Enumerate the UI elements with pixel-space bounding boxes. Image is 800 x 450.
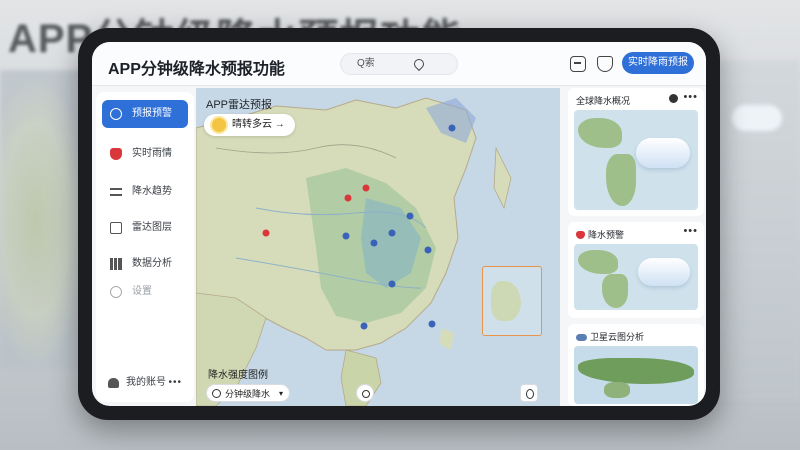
more-icon[interactable]: •••: [683, 91, 698, 103]
card-map: [574, 110, 698, 210]
sidebar-item-label: 预报预警: [132, 108, 172, 119]
inset-minimap[interactable]: [482, 266, 542, 336]
sidebar-item-radar-layer[interactable]: 雷达图层: [102, 214, 188, 242]
sidebar: 预报预警 实时雨情 降水趋势 雷达图层 数据分析 设置 我的账号 •••: [96, 92, 194, 402]
global-precipitation-card[interactable]: 全球降水概况 •••: [568, 88, 704, 216]
map-marker[interactable]: [344, 194, 352, 202]
inset-land: [491, 281, 521, 321]
map-marker[interactable]: [388, 229, 396, 237]
sun-icon: [110, 108, 122, 120]
sidebar-item-label: 降水趋势: [132, 186, 172, 197]
sun-icon: [212, 118, 226, 132]
map-marker[interactable]: [388, 280, 396, 288]
card-title: 全球降水概况: [576, 96, 631, 106]
background-cloud: [732, 105, 782, 131]
background-map: [0, 70, 90, 370]
sidebar-item-label: 雷达图层: [132, 222, 172, 233]
weather-chip-label: 晴转多云 →: [232, 119, 285, 130]
sidebar-item-settings[interactable]: 设置: [102, 278, 188, 306]
map-marker[interactable]: [360, 322, 368, 330]
map-marker[interactable]: [448, 124, 456, 132]
search-input[interactable]: Q索: [340, 53, 458, 75]
account-label: 我的账号: [126, 377, 166, 388]
more-icon[interactable]: •••: [168, 372, 182, 394]
map-marker[interactable]: [262, 229, 270, 237]
map-land: [578, 118, 622, 148]
sidebar-item-label: 实时雨情: [132, 148, 172, 159]
heart-icon: [110, 148, 122, 160]
card-map: [574, 244, 698, 310]
precipitation-mode-select[interactable]: 分钟级降水 ▾: [206, 384, 290, 402]
card-title-row: 降水预警: [576, 228, 624, 241]
card-title: 卫星云图分析: [590, 332, 645, 342]
precipitation-alert-card[interactable]: 降水预警 •••: [568, 222, 704, 318]
compass-button[interactable]: [520, 384, 538, 402]
card-title: 降水预警: [588, 230, 625, 240]
map-land: [606, 154, 636, 206]
map-land: [578, 358, 694, 384]
card-title-row: 卫星云图分析: [576, 330, 644, 343]
select-value: 分钟级降水: [225, 389, 271, 399]
search-placeholder: Q索: [357, 58, 375, 69]
chevron-down-icon: ▾: [278, 389, 283, 398]
locate-button[interactable]: [356, 384, 374, 402]
map-land: [602, 274, 628, 308]
layers-icon: [110, 222, 122, 234]
cloud-icon: [638, 258, 690, 286]
map-land: [578, 250, 618, 274]
map-marker[interactable]: [342, 232, 350, 240]
map-title: APP雷达预报: [206, 99, 273, 111]
app-title: APP分钟级降水预报功能: [108, 61, 285, 78]
app-header: APP分钟级降水预报功能 Q索 实时降雨预报: [92, 42, 706, 86]
map-land: [604, 382, 630, 398]
weather-chip[interactable]: 晴转多云 →: [204, 114, 295, 136]
map-marker[interactable]: [428, 320, 436, 328]
cloud-icon: [576, 334, 587, 341]
toggle-icon: [110, 286, 122, 298]
chart-icon: [110, 258, 122, 270]
map-marker[interactable]: [362, 184, 370, 192]
layer-icon: [212, 389, 221, 398]
card-map: [574, 346, 698, 404]
heart-icon: [576, 231, 585, 239]
message-icon[interactable]: [570, 56, 586, 72]
sidebar-item-label: 数据分析: [132, 258, 172, 269]
sidebar-item-forecast-alert[interactable]: 预报预警: [102, 100, 188, 128]
app-screen: APP分钟级降水预报功能 Q索 实时降雨预报 预报预警 实时雨情 降水趋势 雷达…: [92, 42, 706, 406]
shield-icon[interactable]: [597, 56, 613, 72]
user-icon: [108, 378, 119, 388]
sidebar-item-rainfall[interactable]: 实时雨情: [102, 140, 188, 168]
info-icon[interactable]: [669, 94, 678, 103]
tablet-frame: APP分钟级降水预报功能 Q索 实时降雨预报 预报预警 实时雨情 降水趋势 雷达…: [78, 28, 720, 420]
more-icon[interactable]: •••: [683, 225, 698, 237]
radar-map-panel[interactable]: APP雷达预报 晴转多云 → 降水强度图例 分钟级降水 ▾: [196, 88, 560, 406]
sidebar-account[interactable]: 我的账号 •••: [102, 372, 188, 394]
cloud-icon: [636, 138, 690, 168]
map-marker[interactable]: [406, 212, 414, 220]
map-marker[interactable]: [370, 239, 378, 247]
satellite-analysis-card[interactable]: 卫星云图分析: [568, 324, 704, 406]
map-marker[interactable]: [424, 246, 432, 254]
sidebar-item-trend[interactable]: 降水趋势: [102, 178, 188, 206]
wave-icon: [110, 188, 122, 196]
map-legend-label: 降水强度图例: [208, 370, 268, 381]
sidebar-item-label: 设置: [132, 286, 152, 297]
realtime-forecast-button[interactable]: 实时降雨预报: [622, 52, 694, 74]
sidebar-item-analysis[interactable]: 数据分析: [102, 250, 188, 278]
